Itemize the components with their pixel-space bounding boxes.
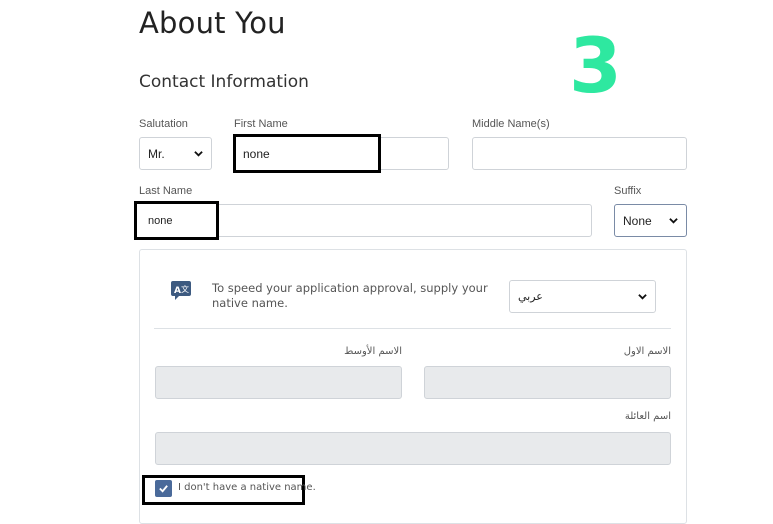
card-divider — [154, 328, 671, 329]
last-name-highlight: none — [134, 201, 219, 240]
language-select[interactable]: عربي — [509, 280, 656, 313]
chevron-down-icon — [194, 151, 203, 157]
native-first-name-input[interactable] — [424, 366, 671, 399]
native-name-info: To speed your application approval, supp… — [212, 281, 488, 311]
svg-text:文: 文 — [181, 284, 189, 294]
checkmark-icon — [159, 485, 168, 493]
suffix-value: None — [623, 213, 652, 228]
chevron-down-icon — [638, 294, 647, 300]
native-name-info-line2: native name. — [212, 296, 288, 310]
native-first-name-label: الاسم الاول — [623, 346, 671, 357]
native-name-info-line1: To speed your application approval, supp… — [212, 281, 488, 295]
first-name-value: none — [243, 146, 270, 161]
salutation-select[interactable]: Mr. — [139, 137, 212, 170]
native-middle-name-input[interactable] — [155, 366, 402, 399]
suffix-select[interactable]: None — [614, 204, 687, 237]
no-native-name-label[interactable]: I don't have a native name. — [178, 482, 316, 493]
native-middle-name-label: الاسم الأوسط — [344, 346, 402, 357]
language-select-value: عربي — [518, 290, 543, 303]
salutation-value: Mr. — [148, 146, 165, 161]
step-number: 3 — [569, 21, 622, 110]
last-name-label: Last Name — [139, 185, 193, 197]
last-name-value: none — [148, 214, 173, 227]
svg-text:A: A — [174, 286, 181, 296]
chevron-down-icon — [669, 218, 678, 224]
middle-name-label: Middle Name(s) — [472, 118, 550, 130]
first-name-label: First Name — [234, 118, 288, 130]
middle-name-input[interactable] — [472, 137, 687, 170]
native-family-name-input[interactable] — [155, 432, 671, 465]
no-native-name-checkbox[interactable] — [155, 480, 172, 497]
page-title: About You — [139, 6, 286, 40]
section-title: Contact Information — [139, 72, 309, 92]
salutation-label: Salutation — [139, 118, 188, 130]
native-family-name-label: اسم العائلة — [624, 411, 671, 422]
suffix-label: Suffix — [614, 185, 642, 197]
first-name-highlight: none — [233, 134, 381, 173]
translate-icon: A 文 — [171, 281, 191, 300]
